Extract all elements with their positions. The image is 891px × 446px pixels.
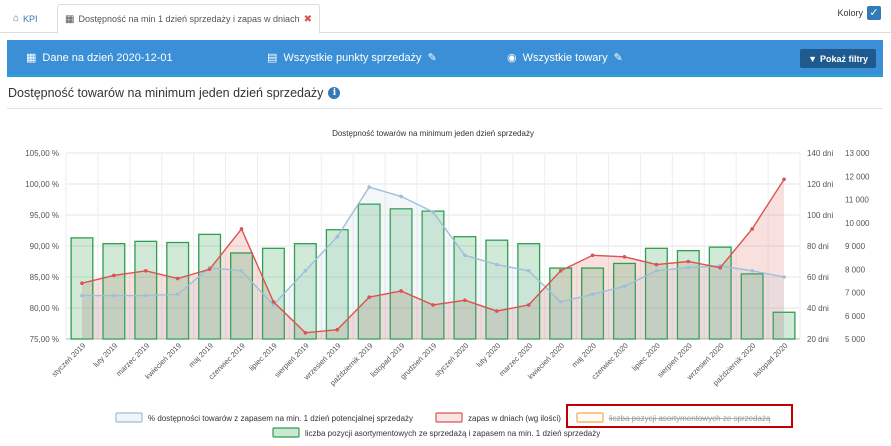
pct-point bbox=[686, 265, 691, 270]
x-tick-label: styczeń 2020 bbox=[433, 341, 471, 379]
y-left-tick-label: 75,00 % bbox=[30, 335, 59, 344]
zapas-point bbox=[335, 327, 340, 332]
y-left-tick-label: 85,00 % bbox=[30, 273, 59, 282]
y-left-tick-label: 100,00 % bbox=[25, 180, 59, 189]
y-right2-tick-label: 10 000 bbox=[845, 219, 870, 228]
zapas-point bbox=[526, 303, 531, 307]
legend-sales-stock-label: liczba pozycji asortymentowych ze sprzed… bbox=[305, 429, 600, 438]
pct-point bbox=[143, 293, 148, 298]
pct-point bbox=[80, 293, 84, 298]
x-tick-label: lipiec 2019 bbox=[247, 341, 279, 373]
y-right2-tick-label: 11 000 bbox=[845, 196, 869, 205]
y-right2-tick-label: 12 000 bbox=[845, 172, 870, 181]
pct-point bbox=[335, 234, 340, 239]
zapas-point bbox=[303, 331, 308, 335]
zapas-point bbox=[143, 269, 148, 273]
y-right2-tick-label: 8 000 bbox=[845, 265, 866, 274]
zapas-point bbox=[718, 265, 723, 270]
zapas-point bbox=[80, 281, 84, 286]
y-right1-tick-label: 120 dni bbox=[807, 180, 833, 189]
x-tick-label: maj 2019 bbox=[187, 341, 215, 369]
zapas-point bbox=[590, 253, 595, 258]
zapas-point bbox=[463, 298, 467, 303]
zapas-point bbox=[686, 259, 691, 264]
zapas-point bbox=[431, 303, 435, 307]
y-left-tick-label: 105,00 % bbox=[25, 149, 59, 158]
y-right2-tick-label: 13 000 bbox=[845, 149, 870, 158]
pct-point bbox=[590, 292, 595, 297]
pct-point bbox=[463, 253, 467, 258]
y-right1-tick-label: 40 dni bbox=[807, 304, 829, 313]
y-right1-tick-label: 100 dni bbox=[807, 211, 833, 220]
legend-sales-stock-swatch bbox=[272, 427, 300, 438]
legend-zapas-label: zapas w dniach (wg ilości) bbox=[468, 414, 561, 423]
zapas-point bbox=[750, 227, 754, 231]
zapas-point bbox=[622, 255, 627, 259]
pct-point bbox=[431, 210, 435, 214]
y-right1-tick-label: 60 dni bbox=[807, 273, 829, 282]
pct-point bbox=[654, 269, 659, 273]
y-right2-tick-label: 9 000 bbox=[845, 242, 866, 251]
zapas-point bbox=[112, 273, 116, 278]
zapas-point bbox=[271, 300, 276, 304]
pct-point bbox=[399, 194, 403, 199]
pct-point bbox=[175, 292, 180, 297]
x-tick-label: listopad 2020 bbox=[752, 341, 790, 379]
legend-sales-label: liczba pozycji asortymentowych ze sprzed… bbox=[609, 414, 771, 423]
pct-point bbox=[367, 185, 371, 189]
pct-point bbox=[782, 275, 786, 279]
pct-point bbox=[750, 269, 754, 273]
zapas-point bbox=[207, 267, 212, 272]
zapas-point bbox=[175, 276, 180, 281]
legend-pct-swatch bbox=[115, 412, 143, 423]
y-right2-tick-label: 7 000 bbox=[845, 289, 866, 298]
x-tick-label: luty 2019 bbox=[91, 341, 119, 369]
zapas-point bbox=[399, 289, 403, 293]
y-right1-tick-label: 80 dni bbox=[807, 242, 829, 251]
y-left-tick-label: 90,00 % bbox=[30, 242, 59, 251]
y-left-tick-label: 80,00 % bbox=[30, 304, 59, 313]
legend-pct-label: % dostępności towarów z zapasem na min. … bbox=[148, 414, 413, 423]
y-right2-tick-label: 5 000 bbox=[845, 335, 866, 344]
y-left-tick-label: 95,00 % bbox=[30, 211, 59, 220]
chart-title: Dostępność towarów na minimum jeden dzie… bbox=[332, 129, 534, 138]
pct-point bbox=[558, 300, 563, 304]
zapas-point bbox=[239, 227, 244, 231]
availability-chart: Dostępność towarów na minimum jeden dzie… bbox=[25, 129, 870, 438]
zapas-point bbox=[654, 262, 659, 267]
pct-point bbox=[495, 262, 499, 267]
y-right1-tick-label: 20 dni bbox=[807, 335, 829, 344]
x-tick-label: lipiec 2020 bbox=[630, 341, 662, 373]
pct-point bbox=[526, 269, 531, 273]
legend-sales-swatch bbox=[576, 412, 604, 423]
zapas-point bbox=[367, 295, 371, 299]
zapas-point bbox=[782, 177, 786, 182]
legend-zapas-swatch bbox=[435, 412, 463, 423]
x-tick-label: maj 2020 bbox=[570, 341, 598, 369]
zapas-point bbox=[495, 309, 499, 313]
x-tick-label: luty 2020 bbox=[474, 341, 502, 369]
pct-point bbox=[303, 269, 308, 273]
pct-point bbox=[112, 293, 116, 298]
y-right2-tick-label: 6 000 bbox=[845, 312, 866, 321]
y-right1-tick-label: 140 dni bbox=[807, 149, 833, 158]
zapas-point bbox=[558, 269, 563, 273]
x-tick-label: styczeń 2019 bbox=[50, 341, 88, 379]
pct-point bbox=[622, 284, 627, 289]
pct-point bbox=[239, 269, 244, 273]
